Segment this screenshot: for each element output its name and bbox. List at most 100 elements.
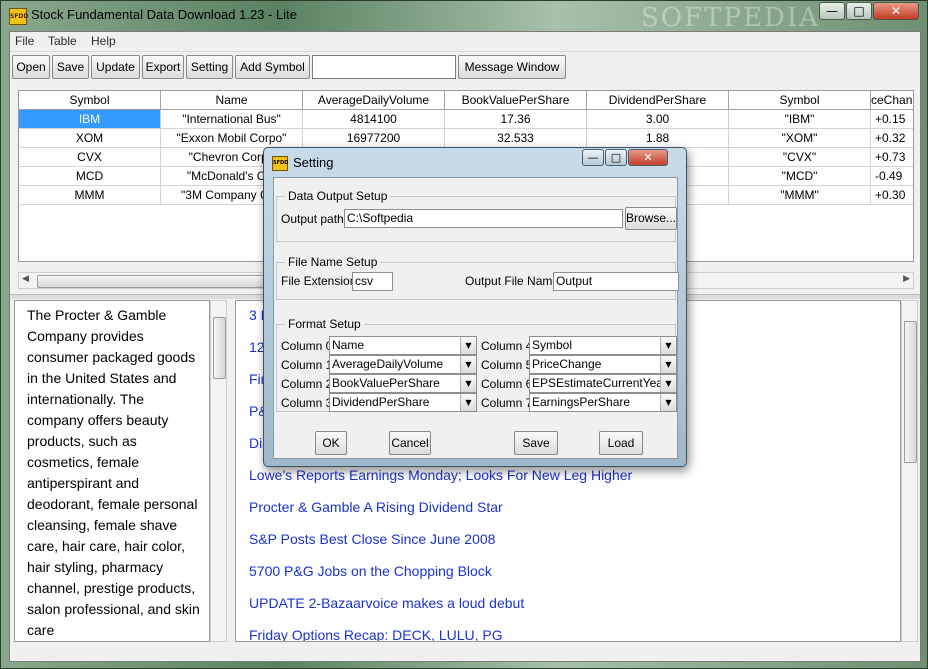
table-cell[interactable]: "IBM" bbox=[729, 110, 871, 129]
symbol-input[interactable] bbox=[312, 55, 456, 79]
col-header[interactable]: Symbol bbox=[19, 91, 161, 110]
table-cell[interactable]: 4814100 bbox=[303, 110, 445, 129]
dialog-body: Data Output Setup Output path: C:\Softpe… bbox=[273, 177, 679, 459]
export-button[interactable]: Export bbox=[142, 55, 184, 79]
column-6-select[interactable]: EPSEstimateCurrentYear ▼ bbox=[529, 374, 677, 393]
column-5-label: Column 5 bbox=[481, 358, 533, 372]
scroll-thumb[interactable] bbox=[213, 317, 226, 379]
col-header[interactable]: Name bbox=[161, 91, 303, 110]
chevron-down-icon[interactable]: ▼ bbox=[460, 356, 476, 373]
menu-file[interactable]: File bbox=[15, 34, 34, 48]
menu-table[interactable]: Table bbox=[48, 34, 77, 48]
load-button[interactable]: Load bbox=[599, 431, 643, 455]
add-symbol-button[interactable]: Add Symbol bbox=[235, 55, 310, 79]
table-cell[interactable]: "Exxon Mobil Corpo" bbox=[161, 129, 303, 148]
column-6-label: Column 6 bbox=[481, 377, 533, 391]
table-cell[interactable]: "XOM" bbox=[729, 129, 871, 148]
column-4-label: Column 4 bbox=[481, 339, 533, 353]
table-cell[interactable]: IBM bbox=[19, 110, 161, 129]
table-cell[interactable]: XOM bbox=[19, 129, 161, 148]
dialog-close-button[interactable]: ✕ bbox=[628, 149, 668, 166]
column-2-value: BookValuePerShare bbox=[332, 376, 440, 390]
ok-button[interactable]: OK bbox=[315, 431, 347, 455]
setting-button[interactable]: Setting bbox=[186, 55, 233, 79]
chevron-down-icon[interactable]: ▼ bbox=[660, 375, 676, 392]
news-link[interactable]: Lowe's Reports Earnings Monday; Looks Fo… bbox=[249, 467, 632, 483]
news-link[interactable]: Friday Options Recap: DECK, LULU, PG bbox=[249, 627, 503, 641]
col-header[interactable]: Symbol bbox=[729, 91, 871, 110]
minimize-button[interactable]: — bbox=[819, 2, 845, 20]
dialog-maximize-button[interactable]: □ bbox=[605, 149, 627, 166]
app-icon: SFDD bbox=[9, 8, 28, 25]
column-2-select[interactable]: BookValuePerShare ▼ bbox=[329, 374, 477, 393]
data-output-group: Data Output Setup Output path: C:\Softpe… bbox=[276, 189, 677, 242]
open-button[interactable]: Open bbox=[12, 55, 50, 79]
chevron-down-icon[interactable]: ▼ bbox=[460, 375, 476, 392]
chevron-down-icon[interactable]: ▼ bbox=[460, 394, 476, 411]
output-file-name-input[interactable]: Output bbox=[553, 272, 679, 291]
column-0-select[interactable]: Name ▼ bbox=[329, 336, 477, 355]
description-scrollbar[interactable] bbox=[210, 300, 227, 642]
table-cell[interactable]: "MCD" bbox=[729, 167, 871, 186]
file-extension-input[interactable]: csv bbox=[352, 272, 393, 291]
chevron-down-icon[interactable]: ▼ bbox=[660, 394, 676, 411]
table-cell[interactable]: 17.36 bbox=[445, 110, 587, 129]
table-cell[interactable]: "International Bus" bbox=[161, 110, 303, 129]
watermark: SOFTPEDIA bbox=[641, 3, 820, 33]
table-cell[interactable]: 16977200 bbox=[303, 129, 445, 148]
maximize-button[interactable]: □ bbox=[846, 2, 872, 20]
message-window-button[interactable]: Message Window bbox=[458, 55, 566, 79]
dialog-save-button[interactable]: Save bbox=[514, 431, 558, 455]
group-legend: Format Setup bbox=[285, 317, 364, 331]
table-cell[interactable]: +0.73 bbox=[871, 148, 913, 167]
news-scrollbar[interactable] bbox=[901, 300, 918, 642]
column-4-select[interactable]: Symbol ▼ bbox=[529, 336, 677, 355]
update-button[interactable]: Update bbox=[91, 55, 140, 79]
company-description: The Procter & Gamble Company provides co… bbox=[14, 300, 210, 642]
table-cell[interactable]: MMM bbox=[19, 186, 161, 205]
table-cell[interactable]: "MMM" bbox=[729, 186, 871, 205]
chevron-down-icon[interactable]: ▼ bbox=[460, 337, 476, 354]
table-cell[interactable]: +0.15 bbox=[871, 110, 913, 129]
table-cell[interactable]: 1.88 bbox=[587, 129, 729, 148]
title-bar[interactable]: SFDD Stock Fundamental Data Download 1.2… bbox=[1, 1, 927, 33]
window-title: Stock Fundamental Data Download 1.23 - L… bbox=[31, 7, 297, 22]
table-cell[interactable]: -0.49 bbox=[871, 167, 913, 186]
dialog-title: Setting bbox=[293, 155, 334, 170]
news-link[interactable]: S&P Posts Best Close Since June 2008 bbox=[249, 531, 495, 547]
column-3-select[interactable]: DividendPerShare ▼ bbox=[329, 393, 477, 412]
col-header[interactable]: ceChan bbox=[871, 91, 913, 110]
browse-button[interactable]: Browse... bbox=[625, 207, 677, 230]
col-header[interactable]: AverageDailyVolume bbox=[303, 91, 445, 110]
table-cell[interactable]: 3.00 bbox=[587, 110, 729, 129]
table-cell[interactable]: 32.533 bbox=[445, 129, 587, 148]
column-6-value: EPSEstimateCurrentYear bbox=[532, 376, 667, 390]
news-link[interactable]: Procter & Gamble A Rising Dividend Star bbox=[249, 499, 503, 515]
cancel-button[interactable]: Cancel bbox=[389, 431, 431, 455]
column-7-label: Column 7 bbox=[481, 396, 533, 410]
column-1-select[interactable]: AverageDailyVolume ▼ bbox=[329, 355, 477, 374]
col-header[interactable]: BookValuePerShare bbox=[445, 91, 587, 110]
chevron-down-icon[interactable]: ▼ bbox=[660, 337, 676, 354]
table-cell[interactable]: MCD bbox=[19, 167, 161, 186]
news-link[interactable]: UPDATE 2-Bazaarvoice makes a loud debut bbox=[249, 595, 524, 611]
dialog-minimize-button[interactable]: — bbox=[582, 149, 604, 166]
news-link[interactable]: 5700 P&G Jobs on the Chopping Block bbox=[249, 563, 492, 579]
table-cell[interactable]: CVX bbox=[19, 148, 161, 167]
close-button[interactable]: ✕ bbox=[873, 2, 919, 20]
scroll-right-icon[interactable]: ▶ bbox=[903, 274, 910, 284]
scroll-left-icon[interactable]: ◀ bbox=[22, 274, 29, 284]
output-file-name-label: Output File Name: bbox=[465, 274, 563, 288]
output-path-input[interactable]: C:\Softpedia bbox=[344, 209, 623, 228]
scroll-thumb[interactable] bbox=[904, 321, 917, 463]
column-7-select[interactable]: EarningsPerShare ▼ bbox=[529, 393, 677, 412]
table-cell[interactable]: +0.32 bbox=[871, 129, 913, 148]
menu-help[interactable]: Help bbox=[91, 34, 116, 48]
column-5-select[interactable]: PriceChange ▼ bbox=[529, 355, 677, 374]
column-2-label: Column 2 bbox=[281, 377, 333, 391]
save-button[interactable]: Save bbox=[52, 55, 89, 79]
table-cell[interactable]: "CVX" bbox=[729, 148, 871, 167]
chevron-down-icon[interactable]: ▼ bbox=[660, 356, 676, 373]
col-header[interactable]: DividendPerShare bbox=[587, 91, 729, 110]
table-cell[interactable]: +0.30 bbox=[871, 186, 913, 205]
